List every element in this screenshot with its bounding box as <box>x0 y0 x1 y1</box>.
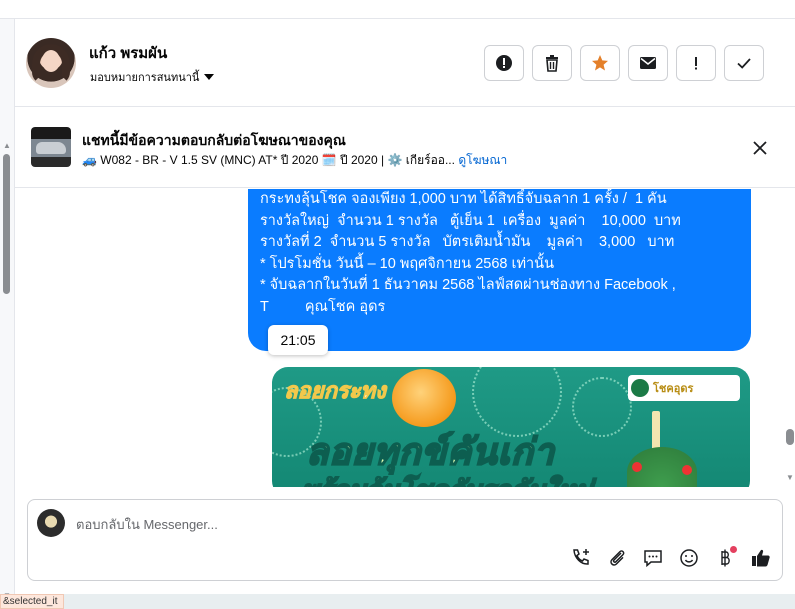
star-button[interactable] <box>580 45 620 81</box>
message-line: กระทงลุ้นโชค จองเพียง 1,000 บาท ได้สิทธิ… <box>260 191 667 207</box>
close-icon <box>753 141 767 155</box>
message-line: รางวัลใหญ่ จำนวน 1 รางวัล ตู้เย็น 1 เครื… <box>260 212 681 229</box>
call-button[interactable] <box>568 545 594 571</box>
right-scrollbar[interactable]: ▼ <box>785 189 795 487</box>
assign-conversation-dropdown[interactable]: มอบหมายการสนทนานี้ <box>90 68 215 86</box>
chevron-down-icon <box>204 74 215 80</box>
follow-up-button[interactable] <box>676 45 716 81</box>
message-line: T คุณโชค อุดร <box>260 298 386 315</box>
smiley-icon <box>680 549 698 567</box>
thumbs-up-icon <box>752 549 770 567</box>
mark-done-button[interactable] <box>724 45 764 81</box>
contact-avatar[interactable] <box>26 38 76 88</box>
alert-circle-icon <box>496 55 512 71</box>
page-avatar <box>37 509 65 537</box>
view-ad-link[interactable]: ดูโฆษณา <box>458 153 507 167</box>
promo-logo-text: ลอยกระทง <box>284 378 387 404</box>
paperclip-icon <box>610 550 625 566</box>
ad-banner-title: แชทนี้มีข้อความตอบกลับต่อโฆษณาของคุณ <box>82 132 346 148</box>
ad-thumbnail[interactable] <box>31 127 71 167</box>
check-icon <box>737 58 751 69</box>
brand-name: โชคอุดร <box>653 383 694 395</box>
car-image <box>36 142 66 154</box>
messenger-inbox-window: ▲ ▼ แก้ว พรมผัน มอบหมายการสนทนานี้ <box>0 0 795 609</box>
promo-image-attachment[interactable]: ลอยกระทง ลอยทุกข์คันเก่า พร้อมลุ้นโชคกับ… <box>272 367 750 487</box>
message-line: * โปรโมชั่น วันนี้ – 10 พฤศจิกายน 2568 เ… <box>260 255 554 272</box>
star-icon <box>592 55 608 71</box>
browser-bottom-bar: &selected_it <box>0 594 795 609</box>
assign-label: มอบหมายการสนทนานี้ <box>90 72 200 84</box>
mark-unread-button[interactable] <box>628 45 668 81</box>
top-bar <box>0 0 795 19</box>
phone-add-icon <box>573 549 589 565</box>
contact-name[interactable]: แก้ว พรมผัน <box>89 41 167 65</box>
message-thread[interactable]: กระทงลุ้นโชค จองเพียง 1,000 บาท ได้สิทธิ… <box>15 189 785 487</box>
ad-description: 🚙 W082 - BR - V 1.5 SV (MNC) AT* ปี 2020… <box>82 153 455 167</box>
trash-icon <box>546 55 558 72</box>
promo-brand-badge: โชคอุดร <box>628 375 740 401</box>
right-scroll-thumb[interactable] <box>786 429 794 445</box>
mail-icon <box>640 57 656 69</box>
close-banner-button[interactable] <box>750 138 770 158</box>
reply-input[interactable] <box>76 513 756 535</box>
chat-bubble-icon <box>644 550 662 568</box>
flower-decoration <box>682 465 692 475</box>
conversation-header: แก้ว พรมผัน มอบหมายการสนทนานี้ <box>15 19 795 107</box>
flower-decoration <box>632 462 642 472</box>
left-scroll-thumb[interactable] <box>3 154 10 294</box>
notification-dot <box>730 546 737 553</box>
avatar-face <box>42 50 60 72</box>
exclamation-icon <box>695 57 697 70</box>
delete-button[interactable] <box>532 45 572 81</box>
message-composer <box>27 499 783 581</box>
firework-decoration <box>572 377 632 437</box>
brand-logo-icon <box>631 379 649 397</box>
left-scrollbar[interactable]: ▲ ▼ <box>0 19 15 600</box>
emoji-button[interactable] <box>676 545 702 571</box>
status-url-tab[interactable]: &selected_it <box>0 594 65 609</box>
promo-headline-2: พร้อมลุ้นโชคกับรถคันใหม่ <box>301 470 594 487</box>
message-line: รางวัลที่ 2 จำนวน 5 รางวัล บัตรเติมน้ำมั… <box>260 234 675 250</box>
attach-button[interactable] <box>604 545 630 571</box>
composer-toolbar <box>568 545 774 571</box>
ad-banner-subtitle: 🚙 W082 - BR - V 1.5 SV (MNC) AT* ปี 2020… <box>82 151 507 170</box>
like-button[interactable] <box>748 545 774 571</box>
payment-button[interactable] <box>712 545 738 571</box>
message-timestamp-tooltip: 21:05 <box>268 325 328 355</box>
mark-spam-button[interactable] <box>484 45 524 81</box>
saved-replies-button[interactable] <box>640 545 666 571</box>
message-line: * จับฉลากในวันที่ 1 ธันวาคม 2568 ไลฟ์สดผ… <box>260 277 676 293</box>
scroll-up-arrow-icon[interactable]: ▲ <box>3 141 11 150</box>
header-actions <box>484 45 764 81</box>
scroll-down-arrow-icon[interactable]: ▼ <box>786 473 794 482</box>
lantern-graphic <box>392 369 456 427</box>
ad-reply-banner: แชทนี้มีข้อความตอบกลับต่อโฆษณาของคุณ 🚙 W… <box>15 108 795 188</box>
